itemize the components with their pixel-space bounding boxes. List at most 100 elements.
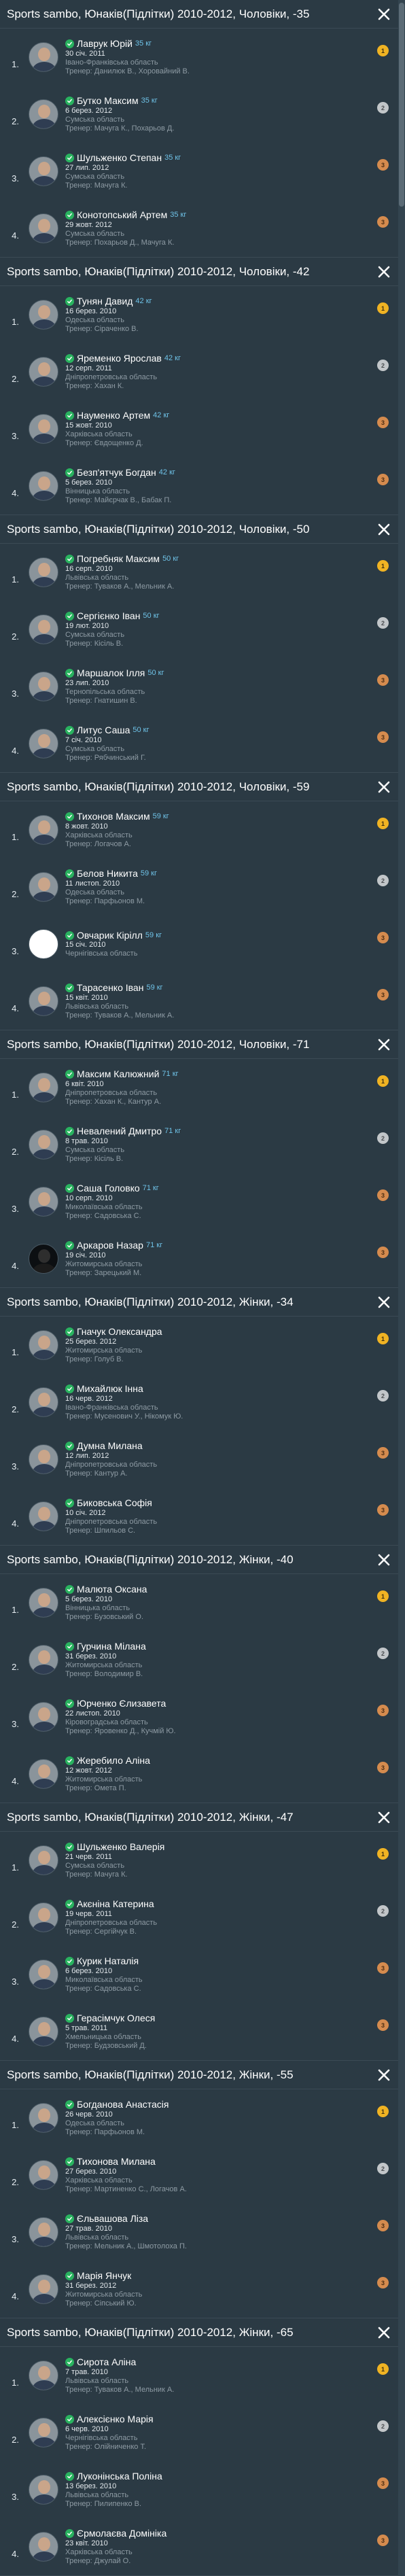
athlete-row[interactable]: 1. Тунян Давид 42 кг 16 берез. 2010 Одеська … <box>0 286 398 343</box>
athlete-row[interactable]: 3. Курик Наталія 6 берез. 2010 Миколаївська… <box>0 1946 398 2003</box>
athlete-row[interactable]: 2. Акєніна Катерина 19 черв. 2011 Дніпропет… <box>0 1889 398 1946</box>
athlete-name[interactable]: Гурчина Мілана <box>77 1641 146 1652</box>
athlete-name[interactable]: Сирота Аліна <box>77 2356 136 2368</box>
avatar[interactable] <box>29 156 58 186</box>
close-button[interactable] <box>370 258 398 286</box>
athlete-row[interactable]: 4. Тарасенко Іван 59 кг 15 квіт. 2010 Львівс… <box>0 973 398 1030</box>
close-button[interactable] <box>370 1288 398 1317</box>
close-button[interactable] <box>370 2318 398 2347</box>
athlete-row[interactable]: 2. Сергієнко Іван 50 кг 19 лют. 2010 Сумська… <box>0 601 398 658</box>
athlete-row[interactable]: 3. Луконінська Поліна 13 берез. 2010 Львівс… <box>0 2461 398 2518</box>
close-button[interactable] <box>370 515 398 544</box>
athlete-name[interactable]: Малюта Оксана <box>77 1584 147 1595</box>
athlete-row[interactable]: 2. Бутко Максим 35 кг 6 берез. 2012 Сумська … <box>0 86 398 143</box>
athlete-name[interactable]: Герасімчук Олеся <box>77 2013 155 2024</box>
avatar[interactable] <box>29 213 58 243</box>
athlete-name[interactable]: Гначук Олександра <box>77 1326 162 1338</box>
athlete-name[interactable]: Луконінська Поліна <box>77 2471 162 2482</box>
athlete-row[interactable]: 1. Малюта Оксана 5 берез. 2010 Вінницька об… <box>0 1574 398 1631</box>
athlete-name[interactable]: Литус Саша <box>77 725 130 736</box>
athlete-name[interactable]: Саша Головко <box>77 1183 140 1194</box>
athlete-row[interactable]: 4. Биковська Софія 10 січ. 2012 Дніпропетро… <box>0 1488 398 1545</box>
athlete-row[interactable]: 3. Юрченко Єлизавета 22 листоп. 2010 Кірово… <box>0 1688 398 1745</box>
athlete-row[interactable]: 3. Думна Милана 12 лип. 2012 Дніпропетровсь… <box>0 1431 398 1488</box>
athlete-name[interactable]: Жеребило Аліна <box>77 1755 150 1766</box>
athlete-name[interactable]: Безп'ятчук Богдан <box>77 467 156 478</box>
avatar[interactable] <box>29 2103 58 2133</box>
athlete-row[interactable]: 1. Гначук Олександра 25 берез. 2012 Житомир… <box>0 1317 398 1374</box>
avatar[interactable] <box>29 986 58 1016</box>
avatar[interactable] <box>29 357 58 387</box>
avatar[interactable] <box>29 614 58 644</box>
athlete-name[interactable]: Єльвашова Ліза <box>77 2213 148 2225</box>
athlete-row[interactable]: 4. Литус Саша 50 кг 7 січ. 2010 Сумська обла… <box>0 715 398 772</box>
athlete-name[interactable]: Максим Калюжний <box>77 1068 159 1080</box>
athlete-row[interactable]: 4. Конотопський Артем 35 кг 29 жовт. 2012 Су… <box>0 200 398 257</box>
athlete-row[interactable]: 1. Богданова Анастасія 26 черв. 2010 Одеськ… <box>0 2089 398 2146</box>
avatar[interactable] <box>29 1387 58 1417</box>
athlete-row[interactable]: 2. Алексієнко Марія 6 черв. 2010 Чернігівсь… <box>0 2404 398 2461</box>
avatar[interactable] <box>29 414 58 444</box>
avatar[interactable] <box>29 300 58 330</box>
athlete-name[interactable]: Богданова Анастасія <box>77 2099 169 2110</box>
close-button[interactable] <box>370 773 398 801</box>
athlete-name[interactable]: Думна Милана <box>77 1440 143 1452</box>
athlete-name[interactable]: Тунян Давид <box>77 296 133 307</box>
avatar[interactable] <box>29 42 58 72</box>
avatar[interactable] <box>29 471 58 501</box>
avatar[interactable] <box>29 815 58 845</box>
athlete-name[interactable]: Тарасенко Іван <box>77 982 143 994</box>
avatar[interactable] <box>29 929 58 959</box>
athlete-name[interactable]: Курик Наталія <box>77 1955 139 1967</box>
avatar[interactable] <box>29 1588 58 1618</box>
avatar[interactable] <box>29 2017 58 2047</box>
avatar[interactable] <box>29 1702 58 1732</box>
close-button[interactable] <box>370 1546 398 1574</box>
avatar[interactable] <box>29 1187 58 1217</box>
avatar[interactable] <box>29 1759 58 1789</box>
athlete-name[interactable]: Марія Янчук <box>77 2270 131 2282</box>
athlete-row[interactable]: 4. Безп'ятчук Богдан 42 кг 5 берез. 2010 Він… <box>0 457 398 515</box>
athlete-name[interactable]: Тихонова Милана <box>77 2156 156 2168</box>
athlete-row[interactable]: 2. Гурчина Мілана 31 берез. 2010 Житомирськ… <box>0 1631 398 1688</box>
athlete-row[interactable]: 4. Єрмолаєва Домініка 23 квіт. 2010 Харківс… <box>0 2518 398 2575</box>
athlete-row[interactable]: 3. Саша Головко 71 кг 10 серп. 2010 Миколаїв… <box>0 1173 398 1230</box>
athlete-name[interactable]: Невалений Дмитро <box>77 1126 162 1137</box>
athlete-row[interactable]: 4. Марія Янчук 31 берез. 2012 Житомирська о… <box>0 2261 398 2318</box>
close-button[interactable] <box>370 1803 398 1832</box>
athlete-name[interactable]: Белов Никита <box>77 868 138 880</box>
athlete-row[interactable]: 3. Науменко Артем 42 кг 15 жовт. 2010 Харків… <box>0 400 398 457</box>
avatar[interactable] <box>29 1444 58 1474</box>
avatar[interactable] <box>29 1330 58 1360</box>
avatar[interactable] <box>29 2361 58 2390</box>
athlete-row[interactable]: 1. Лаврук Юрій 35 кг 30 січ. 2011 Івано-Фран… <box>0 29 398 86</box>
close-button[interactable] <box>370 0 398 29</box>
athlete-row[interactable]: 1. Погребняк Максим 50 кг 16 серп. 2010 Льві… <box>0 544 398 601</box>
athlete-row[interactable]: 2. Михайлюк Інна 16 черв. 2012 Івано-Франкі… <box>0 1374 398 1431</box>
avatar[interactable] <box>29 1960 58 1989</box>
avatar[interactable] <box>29 99 58 129</box>
avatar[interactable] <box>29 1845 58 1875</box>
athlete-name[interactable]: Овчарик Кірілл <box>77 930 143 941</box>
athlete-name[interactable]: Михайлюк Інна <box>77 1383 143 1395</box>
athlete-row[interactable]: 1. Сирота Аліна 7 трав. 2010 Львівська обла… <box>0 2347 398 2404</box>
scrollbar-thumb[interactable] <box>399 3 404 207</box>
athlete-row[interactable]: 3. Овчарик Кірілл 59 кг 15 січ. 2010 Чернігі… <box>0 916 398 973</box>
athlete-name[interactable]: Шульженко Степан <box>77 152 162 164</box>
athlete-row[interactable]: 1. Тихонов Максим 59 кг 8 жовт. 2010 Харківс… <box>0 801 398 858</box>
avatar[interactable] <box>29 1130 58 1160</box>
avatar[interactable] <box>29 1244 58 1274</box>
athlete-row[interactable]: 3. Маршалок Ілля 50 кг 23 лип. 2010 Тернопіл… <box>0 658 398 715</box>
avatar[interactable] <box>29 1645 58 1675</box>
athlete-row[interactable]: 1. Максим Калюжний 71 кг 6 квіт. 2010 Дніпро… <box>0 1059 398 1116</box>
athlete-name[interactable]: Маршалок Ілля <box>77 667 145 679</box>
close-button[interactable] <box>370 1030 398 1059</box>
avatar[interactable] <box>29 2418 58 2448</box>
athlete-name[interactable]: Юрченко Єлизавета <box>77 1698 166 1709</box>
athlete-row[interactable]: 2. Яременко Ярослав 42 кг 12 серп. 2011 Дніп… <box>0 343 398 400</box>
avatar[interactable] <box>29 2475 58 2505</box>
scrollbar[interactable] <box>398 0 405 2576</box>
avatar[interactable] <box>29 1073 58 1102</box>
athlete-name[interactable]: Сергієнко Іван <box>77 610 140 622</box>
athlete-name[interactable]: Науменко Артем <box>77 410 150 421</box>
